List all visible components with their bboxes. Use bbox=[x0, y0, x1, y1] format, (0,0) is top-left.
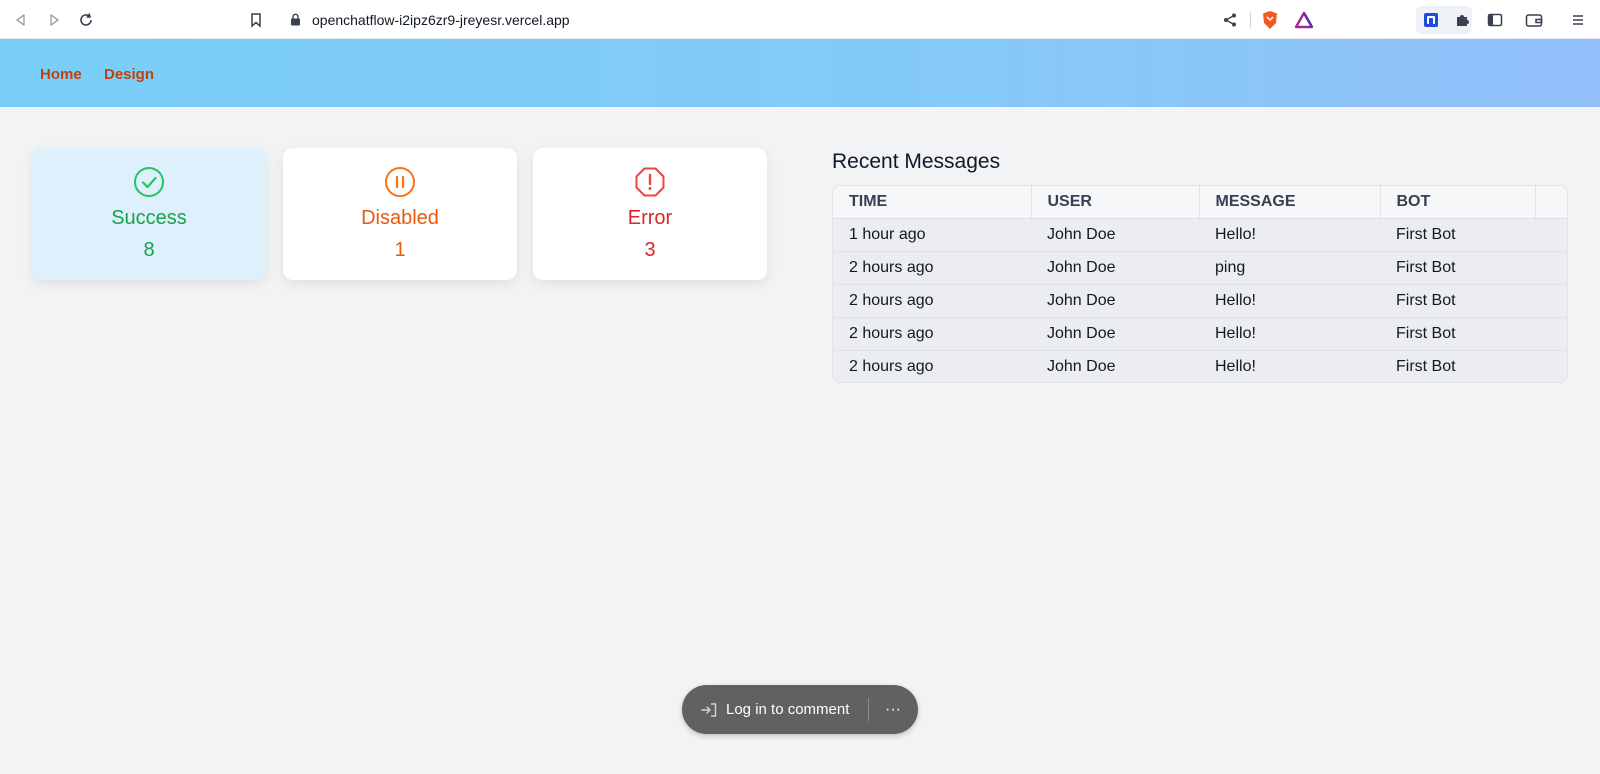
status-card-label: Error bbox=[627, 207, 673, 229]
check-circle-icon bbox=[133, 166, 165, 198]
login-to-comment-button[interactable]: Log in to comment bbox=[700, 685, 849, 734]
cell-user: John Doe bbox=[1031, 317, 1199, 351]
column-header-bot[interactable]: BOT bbox=[1380, 186, 1536, 219]
status-card-label: Success bbox=[111, 207, 187, 229]
cell-extra bbox=[1535, 317, 1567, 351]
cell-bot: First Bot bbox=[1380, 251, 1535, 285]
table-row[interactable]: 2 hours ago John Doe ping First Bot bbox=[833, 251, 1567, 285]
share-icon[interactable] bbox=[1222, 12, 1238, 33]
lock-icon bbox=[290, 13, 301, 31]
cell-time: 1 hour ago bbox=[833, 218, 1031, 252]
login-icon bbox=[700, 702, 718, 718]
comment-toolbar-divider bbox=[868, 698, 869, 721]
column-header-extra bbox=[1535, 186, 1567, 219]
forward-icon[interactable] bbox=[43, 9, 65, 31]
cell-message: ping bbox=[1199, 251, 1380, 285]
sidebar-icon[interactable] bbox=[1484, 9, 1506, 31]
cell-extra bbox=[1535, 350, 1567, 382]
cell-user: John Doe bbox=[1047, 357, 1116, 375]
url-text: openchatflow-i2ipz6zr9-jreyesr.vercel.ap… bbox=[312, 12, 570, 28]
reload-icon[interactable] bbox=[75, 9, 97, 31]
bookmark-icon[interactable] bbox=[245, 9, 267, 31]
login-to-comment-label: Log in to comment bbox=[726, 701, 850, 718]
app-header: Home Design bbox=[0, 39, 1600, 107]
menu-icon[interactable] bbox=[1567, 9, 1589, 31]
column-header-user[interactable]: USER bbox=[1031, 186, 1200, 219]
cell-time: 2 hours ago bbox=[849, 357, 934, 375]
status-card-disabled[interactable]: Disabled 1 bbox=[283, 148, 517, 280]
pause-circle-icon bbox=[384, 166, 416, 198]
cell-message: Hello! bbox=[1199, 284, 1380, 318]
messages-table: TIME USER MESSAGE BOT 1 hour ago John Do… bbox=[832, 185, 1568, 383]
nav-design-link[interactable]: Design bbox=[104, 66, 154, 83]
cell-extra bbox=[1535, 218, 1567, 252]
cell-bot: First Bot bbox=[1380, 218, 1535, 252]
column-header-message[interactable]: MESSAGE bbox=[1199, 186, 1381, 219]
extensions-icon[interactable] bbox=[1451, 9, 1473, 31]
status-card-label: Disabled bbox=[361, 207, 439, 229]
table-row[interactable]: 2 hours ago John Doe Hello! First Bot bbox=[833, 317, 1567, 351]
brave-rewards-icon[interactable] bbox=[1293, 9, 1315, 31]
status-card-count: 3 bbox=[644, 239, 656, 261]
cell-extra bbox=[1535, 251, 1567, 285]
table-header-row: TIME USER MESSAGE BOT bbox=[833, 186, 1567, 219]
cell-time: 2 hours ago bbox=[833, 251, 1031, 285]
column-header-time[interactable]: TIME bbox=[833, 186, 1032, 219]
table-row[interactable]: 2 hours ago John Doe Hello! First Bot bbox=[833, 284, 1567, 318]
more-options-button[interactable]: ··· bbox=[880, 685, 906, 734]
recent-messages-title: Recent Messages bbox=[832, 150, 1001, 173]
status-card-success[interactable]: Success 8 bbox=[32, 148, 266, 280]
nav-home-link[interactable]: Home bbox=[40, 66, 82, 83]
cell-message: Hello! bbox=[1199, 317, 1380, 351]
password-manager-icon[interactable] bbox=[1420, 9, 1442, 31]
cell-bot: First Bot bbox=[1380, 284, 1535, 318]
cell-user: John Doe bbox=[1031, 284, 1199, 318]
cell-user: John Doe bbox=[1031, 251, 1199, 285]
cell-message: Hello! bbox=[1199, 218, 1380, 252]
cell-extra bbox=[1535, 284, 1567, 318]
table-row[interactable]: 2 hours ago John Doe Hello! First Bot bbox=[833, 350, 1567, 382]
cell-bot: First Bot bbox=[1380, 317, 1535, 351]
cell-message: Hello! bbox=[1215, 357, 1256, 375]
brave-shield-icon[interactable] bbox=[1259, 9, 1281, 31]
wallet-icon[interactable] bbox=[1523, 9, 1545, 31]
cell-user: John Doe bbox=[1031, 218, 1199, 252]
status-card-count: 1 bbox=[394, 239, 406, 261]
address-bar[interactable]: openchatflow-i2ipz6zr9-jreyesr.vercel.ap… bbox=[278, 5, 1322, 35]
comment-toolbar: Log in to comment ··· bbox=[682, 685, 918, 734]
table-row[interactable]: 1 hour ago John Doe Hello! First Bot bbox=[833, 218, 1567, 252]
status-card-count: 8 bbox=[143, 239, 155, 261]
toolbar-divider bbox=[1250, 12, 1251, 28]
browser-toolbar: openchatflow-i2ipz6zr9-jreyesr.vercel.ap… bbox=[0, 0, 1600, 39]
cell-time: 2 hours ago bbox=[833, 284, 1031, 318]
cell-time: 2 hours ago bbox=[833, 317, 1031, 351]
cell-bot: First Bot bbox=[1396, 357, 1456, 375]
alert-octagon-icon bbox=[634, 166, 666, 198]
back-icon[interactable] bbox=[10, 9, 32, 31]
status-card-error[interactable]: Error 3 bbox=[533, 148, 767, 280]
